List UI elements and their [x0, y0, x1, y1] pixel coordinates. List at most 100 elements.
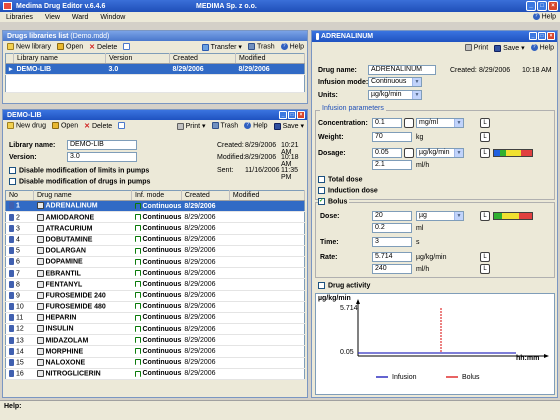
print-button[interactable]: Print — [464, 44, 488, 52]
table-row[interactable]: 4 DOBUTAMINE Continuous 8/29/2006 — [5, 234, 305, 246]
table-row[interactable]: 6 DOPAMINE Continuous 8/29/2006 — [5, 256, 305, 269]
concentration-unit-select[interactable]: mg/ml ▼ — [416, 118, 464, 128]
table-row[interactable]: 10 FUROSEMIDE 480 Continuous 8/29/2006 — [5, 301, 305, 313]
table-row[interactable]: ▸ DEMO-LIB 3.0 8/29/2006 8/29/2006 — [5, 63, 305, 76]
table-row[interactable]: 2 AMIODARONE Continuous 8/29/2006 — [5, 211, 305, 224]
panel-minimize-button[interactable]: _ — [529, 32, 537, 40]
dosage-lock-button[interactable] — [404, 148, 414, 158]
time-field[interactable]: 3 — [372, 237, 412, 247]
panel-minimize-button[interactable]: _ — [279, 111, 287, 119]
table-row[interactable]: 14 MORPHINE Continuous 8/29/2006 — [5, 345, 305, 358]
table-row[interactable]: 12 INSULIN Continuous 8/29/2006 — [5, 323, 305, 336]
library-panel-title: DEMO-LIB _ □ × — [3, 110, 307, 120]
copy-library-button[interactable] — [123, 43, 132, 51]
rate-ml-limits-button[interactable]: L — [480, 264, 490, 274]
chevron-down-icon: ▼ — [454, 149, 463, 157]
weight-field[interactable]: 70 — [372, 132, 412, 142]
dosage-unit-select[interactable]: µg/kg/min ▼ — [416, 148, 464, 158]
menu-libraries[interactable]: Libraries — [6, 14, 33, 21]
table-row[interactable]: 9 FUROSEMIDE 240 Continuous 8/29/2006 — [5, 290, 305, 302]
drug-panel-title: ADRENALINUM _ □ × — [312, 31, 557, 42]
table-row[interactable]: 16 NITROGLICERIN Continuous 8/29/2006 — [5, 368, 305, 381]
dose-field[interactable]: 20 — [372, 211, 412, 221]
table-row[interactable]: 7 EBRANTIL Continuous 8/29/2006 — [5, 267, 305, 280]
print-button[interactable]: Print ▾ — [176, 122, 206, 130]
rate-field[interactable]: 5.714 — [372, 252, 412, 262]
panel-maximize-button[interactable]: □ — [538, 32, 546, 40]
delete-drug-button[interactable]: ✕ Delete — [84, 122, 112, 130]
col-library-name[interactable]: Library name — [13, 53, 106, 64]
col-no[interactable]: No — [5, 190, 34, 201]
drug-created: 8/29/2006 — [181, 312, 230, 325]
close-button[interactable]: × — [548, 1, 558, 11]
minimize-button[interactable]: _ — [526, 1, 536, 11]
table-row[interactable]: 15 NALOXONE Continuous 8/29/2006 — [5, 357, 305, 369]
col-drug-name[interactable]: Drug name — [33, 190, 132, 201]
dose-ml-field[interactable]: 0.2 — [372, 223, 412, 233]
version-field[interactable]: 3.0 — [67, 152, 137, 162]
concentration-lock-button[interactable] — [404, 118, 414, 128]
rate-ml-unit: ml/h — [416, 266, 430, 273]
col-version[interactable]: Version — [105, 53, 170, 64]
panel-close-button[interactable]: × — [297, 111, 305, 119]
help-button[interactable]: ? Help — [244, 122, 268, 130]
bolus-checkbox[interactable]: ✓ Bolus — [318, 198, 350, 206]
dosage-limits-button[interactable]: L — [480, 148, 490, 158]
new-library-button[interactable]: New library — [7, 43, 51, 51]
concentration-field[interactable]: 0.1 — [372, 118, 402, 128]
continuous-mode-icon — [134, 370, 141, 377]
table-row[interactable]: 13 MIDAZOLAM Continuous 8/29/2006 — [5, 334, 305, 347]
drug-name-field[interactable]: ADRENALINUM — [368, 65, 436, 75]
table-row[interactable]: 1 ADRENALINUM Continuous 8/29/2006 — [5, 200, 305, 213]
total-dose-checkbox[interactable]: Total dose — [318, 176, 362, 183]
new-drug-button[interactable]: New drug — [7, 122, 46, 130]
col-created[interactable]: Created — [169, 53, 236, 64]
dose-unit-select[interactable]: µg ▼ — [416, 211, 464, 221]
col-modified[interactable]: Modified — [235, 53, 305, 64]
maximize-button[interactable]: □ — [537, 1, 547, 11]
drug-mode: Continuous — [131, 200, 182, 213]
drug-activity-checkbox[interactable]: Drug activity — [318, 282, 370, 289]
save-button[interactable]: Save ▾ — [273, 122, 304, 130]
copy-drug-button[interactable] — [118, 122, 127, 130]
table-row[interactable]: 11 HEPARIN Continuous 8/29/2006 — [5, 312, 305, 325]
weight-limits-button[interactable]: L — [480, 132, 490, 142]
trash-button[interactable]: Trash — [211, 122, 238, 130]
disable-drugs-checkbox[interactable]: Disable modification of drugs in pumps — [9, 178, 150, 185]
help-button[interactable]: ? Help — [280, 43, 304, 51]
rate-limits-button[interactable]: L — [480, 252, 490, 262]
col-created[interactable]: Created — [181, 190, 230, 201]
col-modified[interactable]: Modified — [229, 190, 306, 201]
menu-ward[interactable]: Ward — [72, 14, 88, 21]
library-name-field[interactable]: DEMO-LIB — [67, 140, 137, 150]
table-row[interactable]: 3 ATRACURIUM Continuous 8/29/2006 — [5, 222, 305, 235]
menu-help[interactable]: ? Help — [532, 13, 556, 21]
open-library-button[interactable]: Open — [57, 43, 83, 51]
dose-limits-button[interactable]: L — [480, 211, 490, 221]
delete-library-button[interactable]: ✕ Delete — [89, 43, 117, 51]
menu-view[interactable]: View — [45, 14, 60, 21]
save-button[interactable]: Save ▾ — [494, 44, 525, 52]
panel-close-button[interactable]: × — [547, 32, 555, 40]
drug-no: 1 — [5, 200, 34, 213]
info-icon — [316, 33, 319, 40]
units-select[interactable]: µg/kg/min ▼ — [368, 90, 422, 100]
table-row[interactable]: 5 DOLARGAN Continuous 8/29/2006 — [5, 245, 305, 257]
infusion-mode-label: Infusion mode: — [318, 79, 369, 86]
concentration-limits-button[interactable]: L — [480, 118, 490, 128]
dosage-field[interactable]: 0.05 — [372, 148, 402, 158]
transfer-button[interactable]: Transfer ▾ — [201, 43, 242, 51]
dosage-rate-field[interactable]: 2.1 — [372, 160, 412, 170]
rate-ml-field[interactable]: 240 — [372, 264, 412, 274]
disable-limits-checkbox[interactable]: Disable modification of limits in pumps — [9, 167, 149, 174]
open-drug-button[interactable]: Open — [51, 122, 78, 130]
induction-dose-checkbox[interactable]: Induction dose — [318, 187, 378, 194]
menu-window[interactable]: Window — [100, 14, 125, 21]
panel-maximize-button[interactable]: □ — [288, 111, 296, 119]
table-row[interactable]: 8 FENTANYL Continuous 8/29/2006 — [5, 278, 305, 291]
infusion-mode-select[interactable]: Continuous ▼ — [368, 77, 422, 87]
drug-panel: ADRENALINUM _ □ × Print Save ▾ ? Help Drug … — [311, 30, 558, 398]
trash-button[interactable]: Trash — [247, 43, 275, 51]
help-button[interactable]: ? Help — [530, 44, 554, 52]
col-inf-mode[interactable]: Inf. mode — [131, 190, 182, 201]
